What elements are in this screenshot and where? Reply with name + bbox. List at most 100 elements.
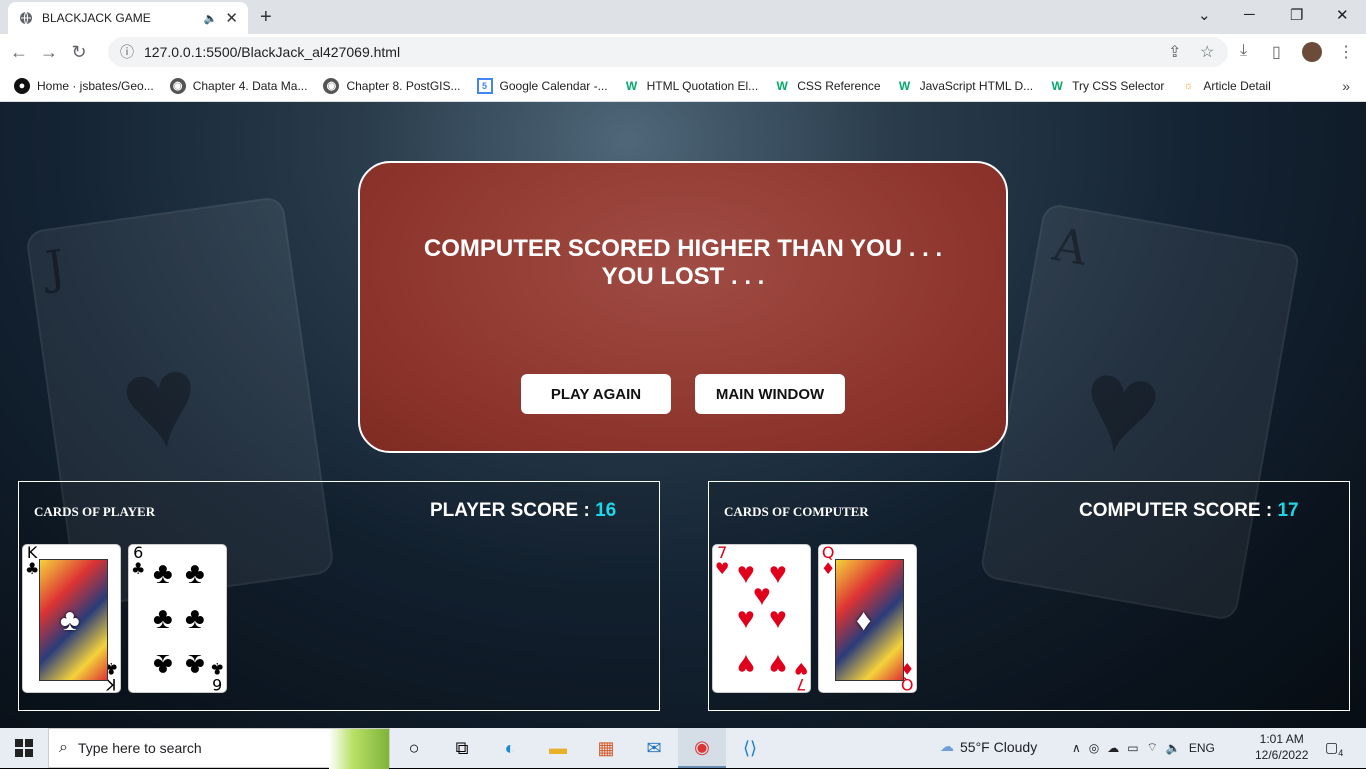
tab-search-icon[interactable]: ⌄ (1198, 6, 1211, 24)
card-face-suit-icon: ♦ (856, 604, 872, 637)
card-pip-icon: ♣ (185, 648, 205, 681)
close-tab-icon[interactable]: ✕ (225, 9, 238, 27)
bookmark-item[interactable]: ☼ Article Detail (1180, 78, 1270, 94)
camera-icon[interactable]: ◎ (1089, 741, 1099, 755)
play-again-button[interactable]: PLAY AGAIN (521, 374, 671, 414)
playing-card: 7 ♥ 7 ♥ ♥ ♥ ♥ ♥ ♥ ♥ ♥ (712, 544, 811, 693)
download-icon[interactable]: ⤓ (1240, 42, 1247, 60)
menu-icon[interactable]: ⋮ (1338, 42, 1354, 62)
browser-tab[interactable]: BLACKJACK GAME 🔈 ✕ (8, 2, 248, 34)
card-pip-icon: ♥ (737, 602, 755, 635)
result-dialog: COMPUTER SCORED HIGHER THAN YOU . . . YOU… (358, 161, 1008, 453)
card-index: 7 ♥ (715, 545, 729, 577)
back-icon[interactable]: ← (8, 42, 30, 63)
cortana-icon[interactable]: ○ (390, 728, 438, 768)
computer-cards-label: CARDS OF COMPUTER (724, 504, 869, 519)
card-suit-icon: ♣ (25, 559, 40, 578)
taskbar-search[interactable]: ⌕ Type here to search (48, 728, 390, 769)
playing-card: 6 ♣ 6 ♣ ♣ ♣ ♣ ♣ ♣ ♣ (128, 544, 227, 693)
language-indicator[interactable]: ENG (1189, 741, 1215, 755)
url-text: 127.0.0.1:5500/BlackJack_al427069.html (144, 44, 401, 60)
playing-card: K ♣ K ♣ ♣ (22, 544, 121, 693)
background-card-rank: J (42, 239, 69, 296)
speaker-icon[interactable]: 🔈 (204, 12, 218, 25)
card-pip-icon: ♣ (153, 648, 173, 681)
player-score-value: 16 (595, 500, 617, 521)
card-face-art: ♣ (39, 559, 108, 681)
card-pip-icon: ♥ (737, 648, 755, 681)
side-panel-icon[interactable]: ▯ (1272, 42, 1281, 62)
search-icon: ⌕ (59, 739, 68, 756)
vscode-icon[interactable]: ⟨⟩ (726, 728, 774, 768)
globe-icon (18, 10, 34, 26)
forward-icon[interactable]: → (38, 42, 60, 63)
card-pip-icon: ♣ (185, 602, 205, 635)
reload-icon[interactable]: ↻ (68, 42, 90, 63)
card-pips: ♥ ♥ ♥ ♥ ♥ ♥ ♥ (729, 549, 799, 689)
tab-title: BLACKJACK GAME (42, 11, 151, 25)
result-message: COMPUTER SCORED HIGHER THAN YOU . . . YOU… (423, 235, 943, 290)
bookmark-item[interactable]: ● Home · jsbates/Geo... (14, 77, 154, 94)
battery-icon[interactable]: ▭ (1127, 741, 1138, 755)
info-icon[interactable]: ⓘ (120, 42, 134, 62)
w3schools-icon: W (776, 78, 788, 93)
start-button[interactable] (0, 728, 48, 768)
card-index: 6 ♣ (131, 545, 145, 577)
main-window-button[interactable]: MAIN WINDOW (695, 374, 845, 414)
profile-avatar[interactable] (1302, 42, 1322, 62)
bookmark-item[interactable]: ◉ Chapter 8. PostGIS... (323, 77, 461, 94)
edge-icon[interactable]: ◐ (486, 728, 534, 768)
card-index: Q ♦ (821, 545, 835, 577)
wifi-icon[interactable]: ⌔ (1147, 740, 1158, 755)
bookmark-item[interactable]: ◉ Chapter 4. Data Ma... (169, 77, 307, 94)
more-bookmarks-icon[interactable]: » (1342, 78, 1350, 94)
player-panel: CARDS OF PLAYER PLAYER SCORE : 16 K ♣ K ♣ ♣ 6… (18, 481, 660, 711)
chrome-icon[interactable]: ◉ (678, 728, 726, 768)
bookmark-item[interactable]: W HTML Quotation El... (624, 78, 758, 94)
restore-icon[interactable]: ❐ (1290, 6, 1303, 24)
bookmark-star-icon[interactable]: ☆ (1200, 42, 1214, 62)
w3schools-icon: W (625, 78, 638, 93)
store-icon[interactable]: ▦ (582, 728, 630, 768)
notification-icon[interactable]: ▢4 (1325, 739, 1343, 758)
browser-tab-bar: BLACKJACK GAME 🔈 ✕ + ⌄ ─ ❐ ✕ (0, 0, 1366, 34)
cloud-icon: ☁ (940, 738, 954, 754)
bookmark-item[interactable]: W JavaScript HTML D... (897, 78, 1033, 94)
player-cards-label: CARDS OF PLAYER (34, 504, 156, 519)
github-icon: ● (14, 77, 30, 94)
weather-widget[interactable]: ☁ 55°F Cloudy (940, 738, 1037, 755)
bookmark-item[interactable]: 5 Google Calendar -... (476, 77, 608, 94)
card-pip-icon: ♥ (769, 602, 787, 635)
browser-toolbar: ← → ↻ ⓘ 127.0.0.1:5500/BlackJack_al42706… (0, 34, 1366, 70)
card-suit-icon: ♥ (715, 559, 730, 578)
player-score: PLAYER SCORE : 16 (430, 500, 617, 521)
globe-icon: ◉ (323, 77, 340, 94)
file-explorer-icon[interactable]: ▬ (534, 728, 582, 768)
bookmark-item[interactable]: W Try CSS Selector (1049, 78, 1164, 94)
onedrive-icon[interactable]: ☁ (1107, 741, 1119, 755)
close-window-icon[interactable]: ✕ (1336, 6, 1349, 24)
globe-icon: ◉ (169, 77, 186, 94)
w3schools-icon: W (1051, 78, 1063, 93)
bookmark-item[interactable]: W CSS Reference (774, 78, 881, 94)
card-pip-icon: ♣ (153, 557, 173, 590)
card-index: K ♣ (25, 545, 39, 577)
chevron-up-icon[interactable]: ∧ (1072, 741, 1081, 755)
w3schools-icon: W (898, 78, 911, 93)
bookmarks-bar: ● Home · jsbates/Geo... ◉ Chapter 4. Data … (0, 70, 1366, 102)
heart-icon: ♥ (111, 324, 209, 480)
computer-panel: CARDS OF COMPUTER COMPUTER SCORE : 17 7 ♥… (708, 481, 1350, 711)
card-pip-icon: ♥ (769, 648, 787, 681)
player-cards: K ♣ K ♣ ♣ 6 ♣ 6 ♣ ♣ ♣ ♣ ♣ ♣ ♣ (22, 544, 227, 693)
share-icon[interactable]: ⇪ (1168, 42, 1181, 62)
task-view-icon[interactable]: ⧉ (438, 728, 486, 768)
minimize-icon[interactable]: ─ (1244, 6, 1255, 23)
mail-icon[interactable]: ✉ (630, 728, 678, 768)
volume-icon[interactable]: 🔈 (1166, 741, 1181, 755)
new-tab-icon[interactable]: + (260, 6, 272, 29)
card-pip-icon: ♣ (185, 557, 205, 590)
card-suit-icon: ♣ (131, 559, 146, 578)
article-icon: ☼ (1183, 79, 1194, 92)
clock[interactable]: 1:01 AM 12/6/2022 (1255, 731, 1308, 763)
address-bar[interactable]: ⓘ 127.0.0.1:5500/BlackJack_al427069.html (108, 37, 1228, 67)
